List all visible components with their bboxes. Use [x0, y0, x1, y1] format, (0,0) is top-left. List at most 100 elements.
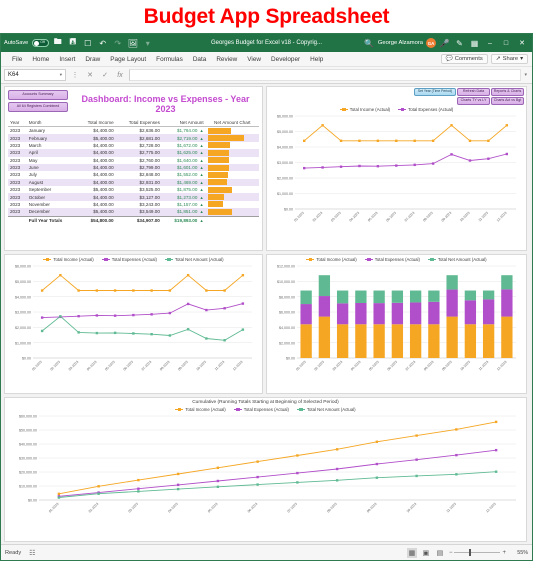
chevron-down-icon[interactable]: ▾ [60, 72, 62, 78]
tab-draw[interactable]: Draw [80, 52, 105, 67]
insert-function-icon[interactable]: fx [114, 69, 126, 81]
redo-icon[interactable]: ↷ [111, 37, 124, 50]
table-row[interactable]: 2023 June $4,400.00 $2,799.00 $1,601.00 ▲ [8, 163, 259, 172]
table-row[interactable]: 2023 January $4,400.00 $2,636.00 $1,764.00 ▲ [8, 127, 259, 135]
accounts-summary-button[interactable]: Accounts Summary [8, 90, 68, 100]
zoom-slider-thumb[interactable] [469, 549, 472, 556]
minimize-button[interactable]: – [483, 35, 497, 51]
data-point [97, 485, 100, 488]
customize-quick-access-icon[interactable]: ▾ [141, 37, 154, 50]
bar-segment [464, 324, 477, 358]
table-row[interactable]: 2023 March $4,400.00 $2,728.00 $1,672.00 ▲ [8, 142, 259, 149]
avatar[interactable]: GA [426, 38, 436, 48]
bar-segment [482, 299, 495, 325]
table-row[interactable]: 2023 December $5,400.00 $3,549.00 $1,851.00 … [8, 208, 259, 216]
tab-developer[interactable]: Developer [266, 52, 305, 67]
svg-text:08-2023: 08-2023 [326, 502, 338, 514]
save-icon[interactable]: 🖪 [66, 37, 79, 50]
data-point [395, 139, 398, 142]
data-point [150, 289, 153, 292]
table-row[interactable]: 2023 August $4,400.00 $2,931.00 $1,469.00 ▲ [8, 178, 259, 186]
data-point [95, 289, 99, 292]
touch-mode-icon[interactable]: ☐ [81, 37, 94, 50]
zoom-slider-track[interactable] [454, 549, 501, 556]
cell-year: 2023 [10, 179, 21, 185]
cell-expenses: $3,127.00 [139, 194, 160, 200]
expand-formula-bar-icon[interactable]: ▾ [524, 72, 529, 78]
bar-segment [482, 324, 495, 358]
data-point [450, 153, 453, 156]
table-row[interactable]: 2023 February $5,400.00 $2,681.00 $2,719.00 … [8, 134, 259, 142]
tab-insert[interactable]: Insert [54, 52, 80, 67]
share-button[interactable]: ➚ Share ▾ [490, 54, 528, 64]
cell-net: $1,875.00 ▲ [176, 187, 204, 193]
tab-help[interactable]: Help [305, 52, 328, 67]
svg-text:07-2023: 07-2023 [141, 360, 153, 372]
data-point [487, 157, 490, 160]
charts-act-vs-bgt-button[interactable]: Charts Act vs Bgt [491, 97, 524, 105]
status-text: Ready [5, 549, 22, 556]
formula-input[interactable] [129, 69, 522, 81]
autosave-toggle[interactable]: Off [32, 39, 50, 47]
chart-cumulative[interactable]: Cumulative (Running Totals Starting at B… [5, 398, 526, 541]
dashboard-table-panel: Accounts Summary All 64 Registers Combin… [4, 86, 263, 251]
microphone-icon[interactable]: 🎤 [438, 37, 451, 50]
reports-and-charts-button[interactable]: Reports & Charts [491, 88, 524, 96]
col-total-income: Total Income [76, 118, 116, 127]
close-button[interactable]: ✕ [515, 35, 529, 51]
cell-net: $1,601.00 ▲ [176, 165, 204, 171]
zoom-out-button[interactable]: − [449, 550, 453, 556]
chart-income-vs-expenses[interactable]: Total Income (Actual) Total Expenses (Act… [267, 105, 526, 268]
expand-handle-icon[interactable]: ⋮ [69, 69, 81, 81]
table-row[interactable]: 2023 September $5,400.00 $3,525.00 $1,875.00… [8, 186, 259, 193]
chart-income-expenses-net[interactable]: Total Income (Actual) Total Expenses (Act… [5, 255, 262, 393]
pen-icon[interactable]: ✎ [453, 37, 466, 50]
svg-text:03-2023: 03-2023 [330, 211, 342, 223]
picture-icon[interactable]: 🖼 [126, 37, 139, 50]
page-break-view-button[interactable]: ▤ [435, 548, 445, 558]
table-totals-row: Full Year Totals $54,800.00 $34,907.00 $19,… [8, 215, 259, 224]
table-row[interactable]: 2023 July $4,400.00 $2,848.00 $1,552.00 ▲ [8, 171, 259, 178]
set-year-button[interactable]: Set Year (Time Period) [414, 88, 456, 96]
col-month: Month [26, 118, 77, 127]
tab-file[interactable]: File [7, 52, 27, 67]
zoom-slider[interactable]: − + [449, 549, 506, 556]
col-year: Year [8, 118, 27, 127]
maximize-button[interactable]: □ [499, 35, 513, 51]
table-row[interactable]: 2023 April $4,400.00 $2,775.00 $1,625.00 ▲ [8, 149, 259, 157]
tab-formulas[interactable]: Formulas [151, 52, 188, 67]
name-box[interactable]: K64 ▾ [4, 69, 66, 81]
table-row[interactable]: 2023 October $4,400.00 $3,127.00 $1,273.00 ▲ [8, 193, 259, 201]
normal-view-button[interactable]: ▦ [406, 547, 417, 558]
undo-icon[interactable]: ↶ [96, 37, 109, 50]
chart-stacked-bars[interactable]: Total Income (Actual) Total Expenses (Act… [267, 255, 526, 393]
tab-page-layout[interactable]: Page Layout [105, 52, 151, 67]
open-folder-icon[interactable]: 🖿 [51, 37, 64, 50]
table-row[interactable]: 2023 November $4,400.00 $3,243.00 $1,157.00 … [8, 201, 259, 208]
search-icon[interactable]: 🔍 [363, 37, 376, 50]
table-header-row: Year Month Total Income Total Expenses N… [8, 118, 259, 127]
page-layout-view-button[interactable]: ▣ [421, 548, 431, 558]
enter-formula-icon[interactable]: ✓ [99, 69, 111, 81]
svg-text:04-2023: 04-2023 [86, 360, 98, 372]
charts-ty-vs-ly-button[interactable]: Charts TY vs LY [457, 97, 490, 105]
accessibility-icon[interactable]: ☷ [29, 549, 35, 557]
cancel-formula-icon[interactable]: ✕ [84, 69, 96, 81]
table-row[interactable]: 2023 May $4,400.00 $2,760.00 $1,640.00 ▲ [8, 157, 259, 164]
present-icon[interactable]: ▦ [468, 37, 481, 50]
svg-text:03-2023: 03-2023 [68, 360, 80, 372]
tab-data[interactable]: Data [188, 52, 212, 67]
legend-marker [233, 407, 242, 411]
svg-text:05-2023: 05-2023 [367, 211, 379, 223]
cell-net-bar [206, 171, 259, 178]
cell-expenses: $3,525.00 [139, 187, 160, 193]
tab-review[interactable]: Review [211, 52, 242, 67]
zoom-in-button[interactable]: + [502, 550, 506, 556]
tab-view[interactable]: View [242, 52, 266, 67]
svg-text:12-2023: 12-2023 [232, 360, 244, 372]
bar-segment [355, 290, 367, 303]
refresh-data-button[interactable]: Refresh Data [457, 88, 490, 96]
comments-button[interactable]: 💬 Comments [440, 54, 488, 64]
tab-home[interactable]: Home [27, 52, 54, 67]
all-registers-combined-button[interactable]: All 64 Registers Combined [8, 102, 68, 112]
